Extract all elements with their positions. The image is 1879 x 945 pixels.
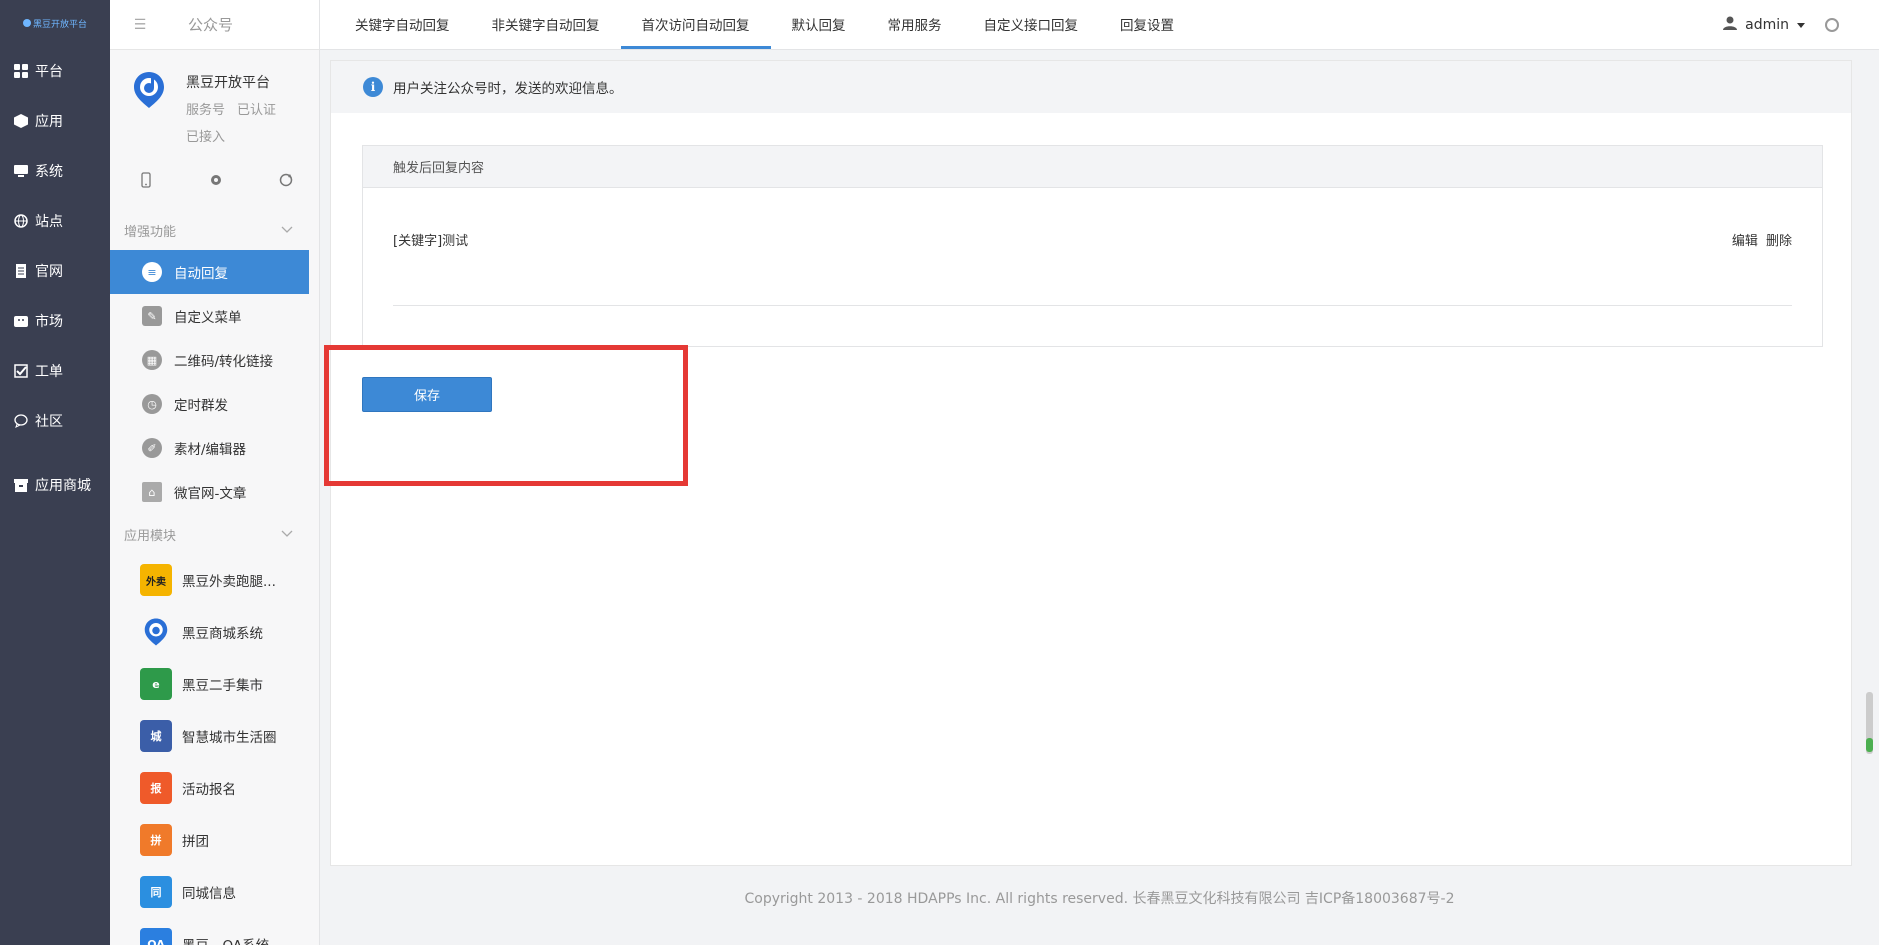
checkbox-icon (13, 363, 29, 379)
account-avatar (132, 70, 166, 110)
cube-icon (13, 113, 29, 129)
account-tools (138, 172, 294, 188)
tab-keyword-reply[interactable]: 关键字自动回复 (334, 0, 471, 49)
menu-item-scheduled-send[interactable]: ◷ 定时群发 (110, 382, 309, 426)
app-item-takeout[interactable]: 外卖 黑豆外卖跑腿... (110, 554, 309, 606)
reply-row: [关键字]测试 编辑 删除 (393, 230, 1792, 249)
local-info-app-icon: 同 (140, 876, 172, 908)
user-icon (1723, 16, 1738, 34)
menu-item-custom-menu[interactable]: ✎ 自定义菜单 (110, 294, 309, 338)
app-item-mall[interactable]: 黑豆商城系统 (110, 606, 309, 658)
app-item-group-buy[interactable]: 拼 拼团 (110, 814, 309, 866)
nav-item-site[interactable]: 站点 (0, 196, 110, 246)
chevron-down-icon (281, 223, 293, 238)
menu-item-qrcode[interactable]: ▦ 二维码/转化链接 (110, 338, 309, 382)
nav-item-system[interactable]: 系统 (0, 146, 110, 196)
globe-icon (13, 213, 29, 229)
oa-app-icon: OA (140, 928, 172, 945)
reply-content-panel: 触发后回复内容 [关键字]测试 编辑 删除 (362, 145, 1823, 347)
nav-item-market[interactable]: 市场 (0, 296, 110, 346)
account-verified: 已认证 (237, 103, 277, 118)
nav-item-platform[interactable]: 平台 (0, 46, 110, 96)
nav-item-website[interactable]: 官网 (0, 246, 110, 296)
secondary-sidebar: ☰ 公众号 黑豆开放平台 服务号已认证 已接入 增强功能 ≡ 自动回复 ✎ 自 (110, 0, 320, 945)
notice-text: 用户关注公众号时，发送的欢迎信息。 (393, 81, 623, 97)
app-item-secondhand[interactable]: e 黑豆二手集市 (110, 658, 309, 710)
gear-icon[interactable] (208, 172, 224, 188)
account-connected: 已接入 (186, 130, 226, 145)
username: admin (1745, 17, 1789, 33)
group-buy-app-icon: 拼 (140, 824, 172, 856)
highlight-annotation-box (324, 345, 688, 486)
group-enhanced-features[interactable]: 增强功能 (110, 210, 309, 250)
pencil-icon: ✐ (142, 438, 162, 458)
panel-divider (393, 305, 1792, 306)
nav-item-apps[interactable]: 应用 (0, 96, 110, 146)
mobile-icon[interactable] (138, 172, 154, 188)
clock-icon: ◷ (142, 394, 162, 414)
document-icon (13, 263, 29, 279)
reply-text: [关键字]测试 (393, 234, 469, 249)
sidebar-header: ☰ 公众号 (110, 0, 319, 50)
info-notice: i 用户关注公众号时，发送的欢迎信息。 (331, 61, 1851, 113)
tab-default-reply[interactable]: 默认回复 (771, 0, 867, 49)
event-signup-app-icon: 报 (140, 772, 172, 804)
caret-down-icon (1797, 22, 1805, 28)
menu-item-micro-site[interactable]: ⌂ 微官网-文章 (110, 470, 309, 514)
tab-non-keyword-reply[interactable]: 非关键字自动回复 (471, 0, 621, 49)
page-scrollbar-indicator (1866, 738, 1873, 752)
user-menu[interactable]: admin (1723, 0, 1839, 50)
app-item-local-info[interactable]: 同 同城信息 (110, 866, 309, 918)
main-nav: 黑豆开放平台 平台 应用 系统 站点 官网 市场 工单 社区 应用商城 (0, 0, 110, 945)
info-icon: i (363, 77, 383, 97)
nav-item-ticket[interactable]: 工单 (0, 346, 110, 396)
store-icon (13, 477, 29, 493)
nav-item-app-store[interactable]: 应用商城 (0, 460, 110, 510)
app-item-event-signup[interactable]: 报 活动报名 (110, 762, 309, 814)
chat-bubble-icon: ≡ (142, 262, 162, 282)
shop-icon (13, 313, 29, 329)
footer-copyright: Copyright 2013 - 2018 HDAPPs Inc. All ri… (744, 891, 1455, 907)
chat-icon (13, 413, 29, 429)
tab-custom-api-reply[interactable]: 自定义接口回复 (963, 0, 1100, 49)
tab-reply-settings[interactable]: 回复设置 (1099, 0, 1195, 49)
secondhand-app-icon: e (140, 668, 172, 700)
delete-link[interactable]: 删除 (1766, 234, 1792, 249)
chevron-down-icon (281, 527, 293, 542)
tab-first-visit-reply[interactable]: 首次访问自动回复 (620, 0, 771, 49)
logo-icon (22, 19, 31, 27)
account-type: 服务号 (186, 103, 226, 118)
nav-item-community[interactable]: 社区 (0, 396, 110, 446)
menu-item-auto-reply[interactable]: ≡ 自动回复 (110, 250, 309, 294)
takeout-app-icon: 外卖 (140, 564, 172, 596)
smart-city-app-icon: 城 (140, 720, 172, 752)
logo[interactable]: 黑豆开放平台 (0, 0, 110, 46)
logo-text: 黑豆开放平台 (32, 19, 87, 30)
mall-app-icon (140, 616, 172, 648)
edit-doc-icon: ✎ (142, 306, 162, 326)
panel-title: 触发后回复内容 (363, 146, 1822, 188)
top-tab-bar: 关键字自动回复 非关键字自动回复 首次访问自动回复 默认回复 常用服务 自定义接… (320, 0, 1879, 50)
refresh-icon[interactable] (278, 172, 294, 188)
sidebar-title: 公众号 (188, 16, 234, 34)
menu-item-materials[interactable]: ✐ 素材/编辑器 (110, 426, 309, 470)
tab-common-services[interactable]: 常用服务 (867, 0, 963, 49)
notification-icon[interactable] (1825, 18, 1839, 32)
account-name: 黑豆开放平台 (186, 75, 270, 91)
edit-link[interactable]: 编辑 (1732, 234, 1758, 249)
home-icon: ⌂ (142, 482, 162, 502)
app-item-oa[interactable]: OA 黑豆—OA系统 (110, 918, 309, 945)
monitor-icon (13, 163, 29, 179)
app-item-smart-city[interactable]: 城 智慧城市生活圈 (110, 710, 309, 762)
group-app-modules[interactable]: 应用模块 (110, 514, 309, 554)
qrcode-icon: ▦ (142, 350, 162, 370)
collapse-menu-icon[interactable]: ☰ (110, 17, 170, 33)
grid-icon (13, 63, 29, 79)
